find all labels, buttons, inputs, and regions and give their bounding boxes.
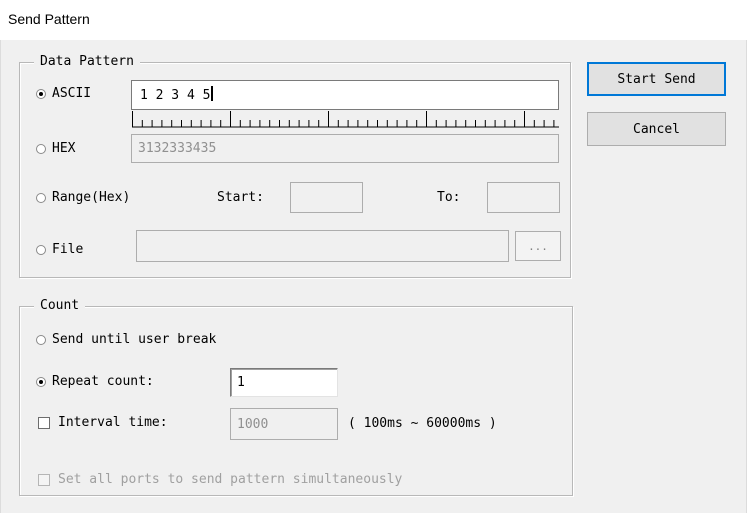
start-send-button[interactable]: Start Send <box>587 62 726 96</box>
range-radio[interactable]: Range(Hex) <box>36 190 130 206</box>
range-start-input[interactable] <box>290 182 363 213</box>
start-send-button-label: Start Send <box>617 71 696 87</box>
radio-indicator <box>36 245 46 255</box>
cancel-button-label: Cancel <box>633 121 680 137</box>
radio-indicator <box>36 144 46 154</box>
file-radio[interactable]: File <box>36 242 83 258</box>
interval-time-value: 1000 <box>237 417 269 432</box>
text-caret <box>211 86 214 101</box>
interval-time-input[interactable]: 1000 <box>230 408 338 440</box>
ascii-radio-label: ASCII <box>52 86 92 101</box>
send-until-break-label: Send until user break <box>52 332 217 347</box>
window-title: Send Pattern <box>8 11 90 27</box>
byte-ruler <box>132 111 559 128</box>
dialog-body: Data Pattern ASCII 1 2 3 4 5 HEX 3132333… <box>0 40 747 513</box>
interval-time-label: Interval time: <box>58 415 168 430</box>
ascii-input-value: 1 2 3 4 5 <box>140 88 211 103</box>
cancel-button[interactable]: Cancel <box>587 112 726 146</box>
all-ports-checkbox[interactable]: Set all ports to send pattern simultaneo… <box>38 472 402 488</box>
browse-file-button[interactable]: ... <box>515 231 561 261</box>
interval-range-hint: ( 100ms ~ 60000ms ) <box>348 416 497 431</box>
radio-indicator <box>36 89 46 99</box>
ascii-input[interactable]: 1 2 3 4 5 <box>131 80 559 110</box>
count-group-title: Count <box>34 298 86 314</box>
range-to-input[interactable] <box>487 182 560 213</box>
radio-indicator <box>36 377 46 387</box>
checkbox-indicator <box>38 474 50 486</box>
ascii-radio[interactable]: ASCII <box>36 86 91 102</box>
hex-radio[interactable]: HEX <box>36 141 75 157</box>
all-ports-label: Set all ports to send pattern simultaneo… <box>58 472 403 487</box>
file-radio-label: File <box>52 242 84 257</box>
repeat-count-value: 1 <box>237 375 245 390</box>
interval-time-checkbox[interactable]: Interval time: <box>38 415 168 431</box>
radio-indicator <box>36 335 46 345</box>
range-start-label: Start: <box>217 190 264 205</box>
hex-input[interactable]: 3132333435 <box>131 134 559 163</box>
checkbox-indicator <box>38 417 50 429</box>
range-to-label: To: <box>437 190 461 205</box>
repeat-count-label: Repeat count: <box>52 374 154 389</box>
repeat-count-radio[interactable]: Repeat count: <box>36 374 154 390</box>
file-path-input[interactable] <box>136 230 509 262</box>
data-pattern-group-title: Data Pattern <box>34 54 140 70</box>
send-until-break-radio[interactable]: Send until user break <box>36 332 216 348</box>
range-radio-label: Range(Hex) <box>52 190 131 205</box>
hex-input-value: 3132333435 <box>138 141 217 156</box>
hex-radio-label: HEX <box>52 141 76 156</box>
browse-file-button-label: ... <box>528 239 548 253</box>
window-title-bar: Send Pattern <box>0 0 747 40</box>
repeat-count-input[interactable]: 1 <box>230 368 338 397</box>
radio-indicator <box>36 193 46 203</box>
